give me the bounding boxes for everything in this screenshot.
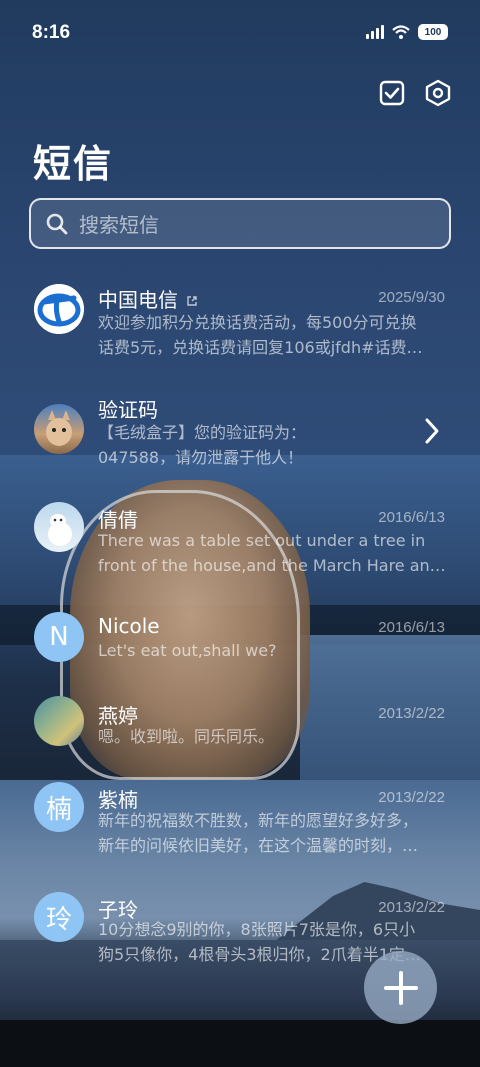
chevron-right-icon[interactable] [422, 416, 442, 446]
search-placeholder: 搜索短信 [79, 213, 159, 237]
conversation-item[interactable]: 中国电信 2025/9/30 欢迎参加积分兑换话费活动，每500分可兑换 话费5… [0, 270, 480, 370]
status-icons: 100 [366, 24, 448, 40]
conversation-name: 验证码 [98, 398, 158, 422]
landscape-photo-avatar [34, 696, 84, 746]
conversation-date: 2013/2/22 [378, 705, 445, 722]
conversation-date: 2013/2/22 [378, 899, 445, 916]
conversation-preview: 新年的祝福数不胜数，新年的愿望好多好多， [98, 811, 419, 830]
conversation-item[interactable]: 燕婷 2013/2/22 嗯。收到啦。同乐同乐。 [0, 686, 480, 786]
cat-photo-avatar [34, 404, 84, 454]
wifi-icon [392, 25, 410, 39]
conversation-preview: 欢迎参加积分兑换话费活动，每500分可兑换 [98, 313, 417, 332]
plus-icon [383, 970, 418, 1005]
checkbox-icon [379, 80, 405, 106]
conversation-date: 2013/2/22 [378, 789, 445, 806]
signal-icon [366, 25, 384, 39]
page-title: 短信 [33, 142, 114, 186]
conversation-preview: 【毛绒盒子】您的验证码为： [98, 423, 307, 442]
new-message-button[interactable] [364, 951, 437, 1024]
cat-avatar-icon [46, 410, 72, 446]
conversation-item[interactable]: 楠 紫楠 2013/2/22 新年的祝福数不胜数，新年的愿望好多好多， 新年的问… [0, 772, 480, 872]
letter-avatar: 玲 [34, 892, 84, 942]
conversation-item[interactable]: 倩倩 2016/6/13 There was a table set out u… [0, 490, 480, 590]
conversation-item[interactable]: 验证码 【毛绒盒子】您的验证码为： 047588，请勿泄露于他人！ [0, 380, 480, 480]
battery-icon: 100 [418, 24, 448, 40]
search-input[interactable]: 搜索短信 [29, 198, 451, 249]
conversation-date: 2016/6/13 [378, 509, 445, 526]
conversation-item[interactable]: N Nicole 2016/6/13 Let's eat out,shall w… [0, 600, 480, 700]
conversation-preview: front of the house,and the March Hare an… [98, 556, 446, 575]
conversation-preview: There was a table set out under a tree i… [98, 531, 426, 550]
wallpaper-ground [0, 1020, 480, 1067]
telecom-logo-icon [34, 284, 84, 334]
telecom-logo-avatar [34, 284, 84, 334]
external-link-icon [187, 296, 198, 306]
letter-avatar: 楠 [34, 782, 84, 832]
conversation-preview: Let's eat out,shall we? [98, 641, 277, 660]
letter-avatar: N [34, 612, 84, 662]
conversation-preview: 新年的问候依旧美好，在这个温馨的时刻，… [98, 836, 419, 855]
conversation-date: 2025/9/30 [378, 289, 445, 306]
status-time: 8:16 [32, 22, 71, 43]
select-messages-button[interactable] [377, 78, 407, 108]
conversation-name: 中国电信 [98, 284, 198, 313]
conversation-preview: 话费5元，兑换话费请回复106或jfdh#话费… [98, 338, 423, 357]
conversation-date: 2016/6/13 [378, 619, 445, 636]
conversation-preview: 047588，请勿泄露于他人！ [98, 448, 304, 467]
conversation-name: Nicole [98, 614, 160, 638]
conversation-preview: 嗯。收到啦。同乐同乐。 [98, 727, 275, 746]
conversation-preview: 10分想念9别的你，8张照片7张是你，6只小 [98, 920, 416, 939]
settings-hexagon-icon [425, 79, 451, 107]
search-icon [46, 213, 68, 234]
polar-bear-photo-avatar [34, 502, 84, 552]
polar-bear-icon [48, 514, 72, 546]
status-bar: 8:16 100 [0, 0, 480, 66]
settings-button[interactable] [423, 78, 453, 108]
